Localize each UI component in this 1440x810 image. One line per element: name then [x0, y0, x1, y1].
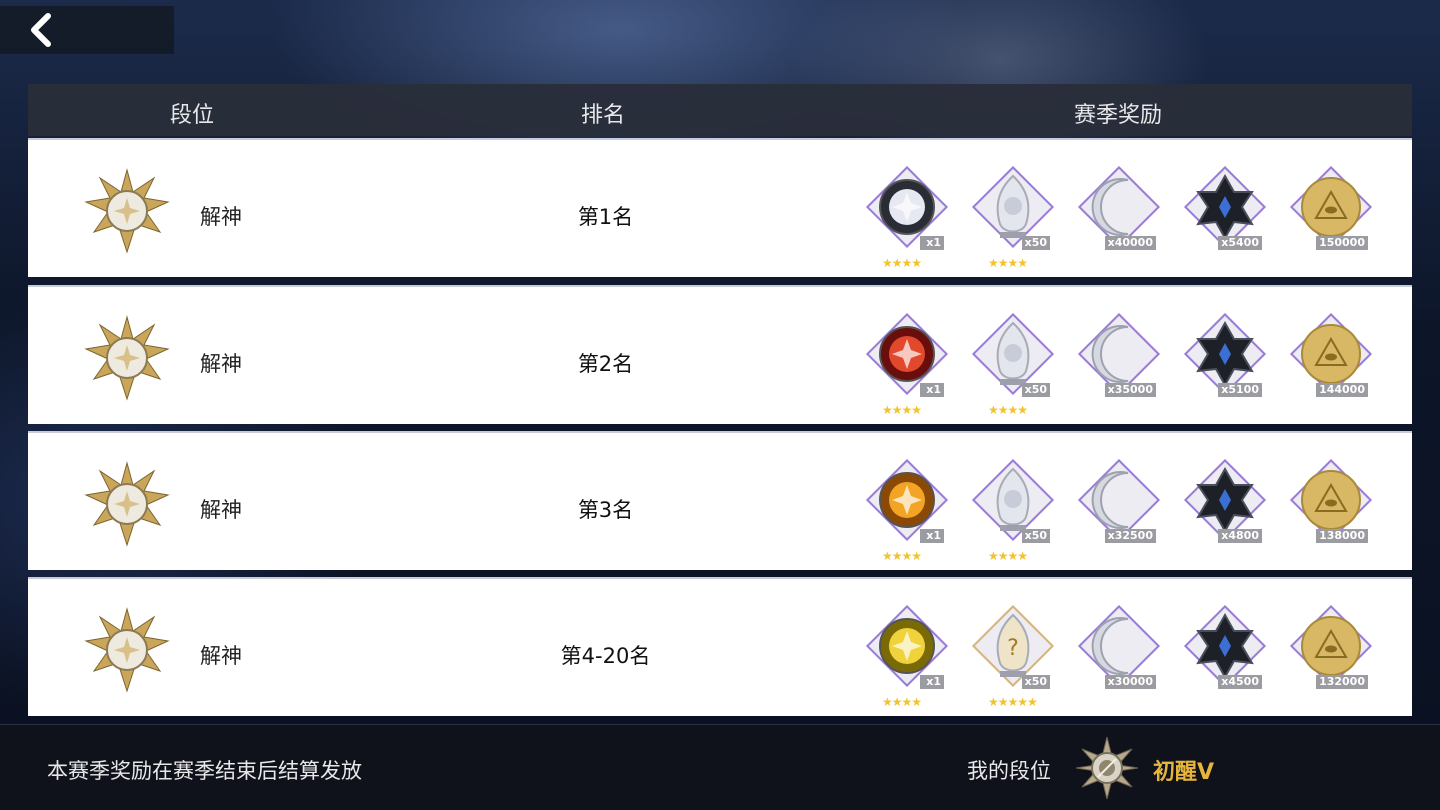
- table-row: 解神 第4-20名 x1 ★★★★ ? x50 ★★★★★ x30000 x450…: [28, 577, 1412, 716]
- my-tier-value: 初醒V: [1153, 760, 1215, 785]
- footer-bar: 本赛季奖励在赛季结束后结算发放 我的段位 初醒V: [0, 724, 1440, 810]
- reward-quantity: x1: [920, 236, 944, 250]
- reward-quantity: x35000: [1104, 383, 1156, 397]
- rarity-stars: ★★★★: [882, 695, 922, 709]
- table-row: 解神 第3名 x1 ★★★★ x50 ★★★★ x32500 x4800 1380…: [28, 431, 1412, 570]
- reward-item[interactable]: 144000: [1289, 312, 1380, 421]
- reward-item[interactable]: x5400: [1183, 165, 1274, 274]
- column-header-season-rewards: 赛季奖励: [1074, 103, 1163, 128]
- reward-item[interactable]: x40000: [1077, 165, 1168, 274]
- svg-text:?: ?: [1007, 636, 1019, 661]
- rarity-stars: ★★★★: [988, 549, 1028, 563]
- rarity-stars: ★★★★: [882, 256, 922, 270]
- column-header-ranking: 排名: [581, 103, 626, 128]
- ranking-text: 第2名: [577, 352, 634, 376]
- reward-quantity: 132000: [1316, 675, 1368, 689]
- rarity-stars: ★★★★: [988, 403, 1028, 417]
- reward-list: x1 ★★★★ x50 ★★★★ x35000 x5100 144000: [865, 312, 1396, 423]
- reward-quantity: x1: [920, 383, 944, 397]
- reward-quantity: x1: [920, 529, 944, 543]
- reward-quantity: x50: [1021, 529, 1050, 543]
- settlement-note: 本赛季奖励在赛季结束后结算发放: [47, 759, 362, 783]
- reward-item[interactable]: x4800: [1183, 458, 1274, 567]
- reward-quantity: x4500: [1218, 675, 1262, 689]
- reward-quantity: x5100: [1218, 383, 1262, 397]
- table-row: 解神 第2名 x1 ★★★★ x50 ★★★★ x35000 x5100 1440…: [28, 285, 1412, 424]
- reward-item[interactable]: x50 ★★★★: [971, 312, 1062, 421]
- reward-item[interactable]: x35000: [1077, 312, 1168, 421]
- table-row: 解神 第1名 x1 ★★★★ x50 ★★★★ x40000 x5400 1500…: [28, 138, 1412, 277]
- ranking-text: 第1名: [577, 205, 634, 229]
- tier-name: 解神: [200, 644, 242, 668]
- reward-quantity: x1: [920, 675, 944, 689]
- reward-quantity: x50: [1021, 675, 1050, 689]
- reward-quantity: x30000: [1104, 675, 1156, 689]
- tier-name: 解神: [200, 352, 242, 376]
- tier-emblem-icon: [84, 315, 170, 401]
- reward-item[interactable]: 138000: [1289, 458, 1380, 567]
- reward-quantity: x32500: [1104, 529, 1156, 543]
- season-rewards-table: 段位 排名 赛季奖励 解神 第1名 x1 ★★★★ x50 ★★★★ x40000…: [28, 84, 1412, 716]
- my-tier-label: 我的段位: [967, 759, 1051, 783]
- reward-item[interactable]: 132000: [1289, 604, 1380, 713]
- rarity-stars: ★★★★: [882, 403, 922, 417]
- reward-item[interactable]: x1 ★★★★: [865, 312, 956, 421]
- reward-item[interactable]: x1 ★★★★: [865, 458, 956, 567]
- tier-name: 解神: [200, 498, 242, 522]
- reward-quantity: x4800: [1218, 529, 1262, 543]
- reward-quantity: 150000: [1316, 236, 1368, 250]
- table-header: 段位 排名 赛季奖励: [28, 84, 1412, 136]
- reward-item[interactable]: ? x50 ★★★★★: [971, 604, 1062, 713]
- reward-item[interactable]: x30000: [1077, 604, 1168, 713]
- rarity-stars: ★★★★★: [988, 695, 1038, 709]
- rarity-stars: ★★★★: [988, 256, 1028, 270]
- reward-item[interactable]: x5100: [1183, 312, 1274, 421]
- tier-emblem-icon: [84, 607, 170, 693]
- rarity-stars: ★★★★: [882, 549, 922, 563]
- reward-quantity: 144000: [1316, 383, 1368, 397]
- reward-quantity: x40000: [1104, 236, 1156, 250]
- reward-item[interactable]: x1 ★★★★: [865, 165, 956, 274]
- tier-emblem-icon: [84, 168, 170, 254]
- reward-quantity: x5400: [1218, 236, 1262, 250]
- reward-list: x1 ★★★★ ? x50 ★★★★★ x30000 x4500 132000: [865, 604, 1396, 715]
- reward-quantity: 138000: [1316, 529, 1368, 543]
- reward-quantity: x50: [1021, 383, 1050, 397]
- reward-list: x1 ★★★★ x50 ★★★★ x40000 x5400 150000: [865, 165, 1396, 276]
- ranking-text: 第3名: [577, 498, 634, 522]
- reward-item[interactable]: x1 ★★★★: [865, 604, 956, 713]
- tier-emblem-icon: [84, 461, 170, 547]
- compass-tier-emblem-icon: [1075, 736, 1139, 800]
- ranking-text: 第4-20名: [560, 644, 651, 668]
- chevron-left-icon: [31, 13, 51, 47]
- reward-item[interactable]: x50 ★★★★: [971, 165, 1062, 274]
- reward-list: x1 ★★★★ x50 ★★★★ x32500 x4800 138000: [865, 458, 1396, 569]
- tier-name: 解神: [200, 205, 242, 229]
- reward-item[interactable]: 150000: [1289, 165, 1380, 274]
- column-header-tier: 段位: [170, 103, 215, 128]
- reward-item[interactable]: x4500: [1183, 604, 1274, 713]
- reward-item[interactable]: x50 ★★★★: [971, 458, 1062, 567]
- back-button[interactable]: [0, 6, 174, 54]
- reward-item[interactable]: x32500: [1077, 458, 1168, 567]
- reward-quantity: x50: [1021, 236, 1050, 250]
